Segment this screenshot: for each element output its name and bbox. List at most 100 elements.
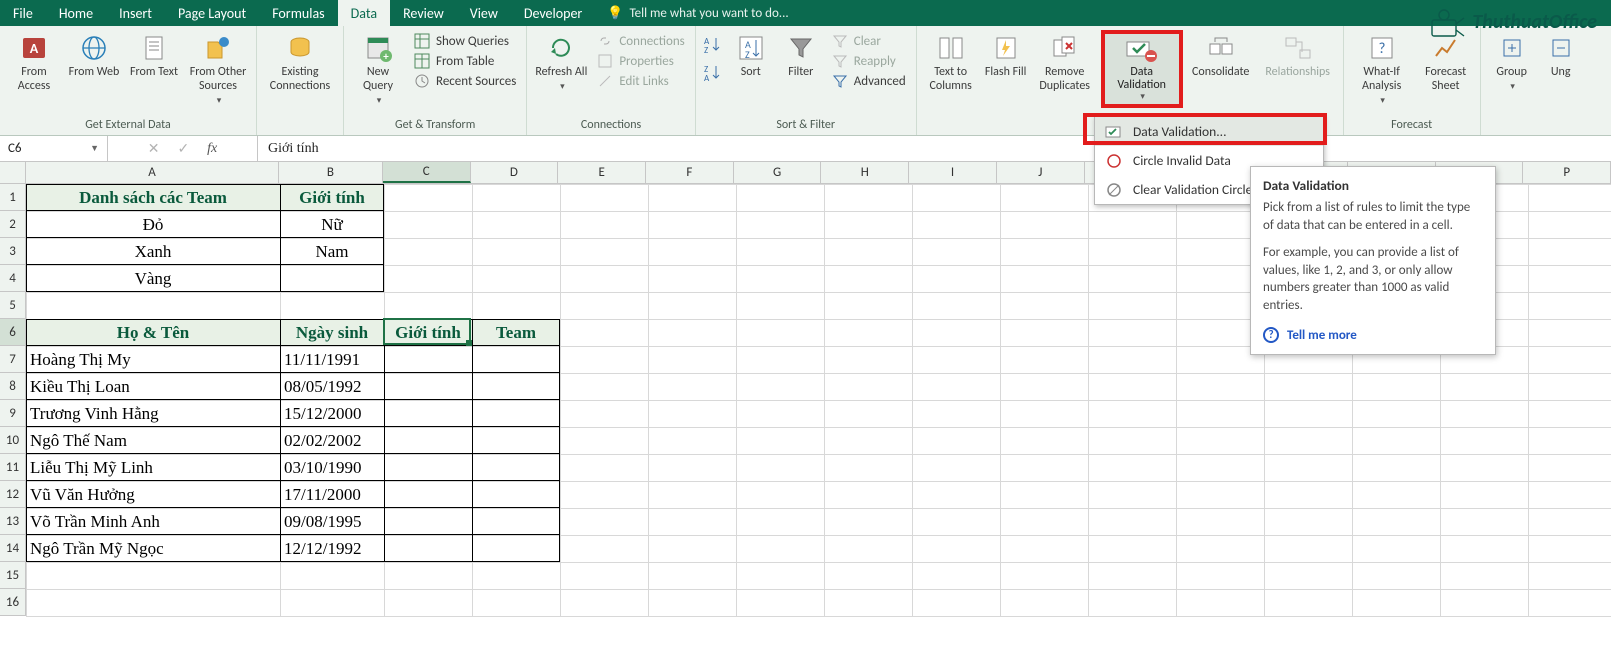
fx-icon[interactable]: fx — [207, 141, 217, 157]
cell-A13[interactable]: Võ Trần Minh Anh — [26, 508, 280, 535]
from-other-sources-button[interactable]: From Other Sources▾ — [186, 30, 250, 106]
cell-A7[interactable]: Hoàng Thị My — [26, 346, 280, 373]
filter-button[interactable]: Filter — [778, 30, 824, 80]
tab-formulas[interactable]: Formulas — [259, 0, 337, 26]
col-header-H[interactable]: H — [821, 162, 909, 183]
row-header-2[interactable]: 2 — [0, 211, 26, 238]
cell-A4[interactable]: Vàng — [26, 265, 280, 292]
new-query-button[interactable]: + New Query▾ — [350, 30, 406, 106]
sort-asc-button[interactable]: AZ — [702, 34, 724, 58]
cell-B14[interactable]: 12/12/1992 — [280, 535, 384, 562]
from-web-button[interactable]: From Web — [66, 30, 122, 80]
tab-review[interactable]: Review — [390, 0, 457, 26]
what-if-analysis-button[interactable]: ? What-If Analysis▾ — [1350, 30, 1414, 106]
cell-A3[interactable]: Xanh — [26, 238, 280, 265]
cell-B2[interactable]: Nữ — [280, 211, 384, 238]
row-header-16[interactable]: 16 — [0, 589, 26, 616]
row-header-13[interactable]: 13 — [0, 508, 26, 535]
from-text-button[interactable]: From Text — [126, 30, 182, 80]
cell-B9[interactable]: 15/12/2000 — [280, 400, 384, 427]
tab-page-layout[interactable]: Page Layout — [165, 0, 259, 26]
svg-text:A: A — [30, 40, 39, 57]
advanced-filter-button[interactable]: Advanced — [828, 72, 910, 90]
name-box[interactable]: C6▼ — [0, 136, 108, 161]
row-header-3[interactable]: 3 — [0, 238, 26, 265]
col-header-F[interactable]: F — [646, 162, 734, 183]
cell-A8[interactable]: Kiều Thị Loan — [26, 373, 280, 400]
cell-A14[interactable]: Ngô Trần Mỹ Ngọc — [26, 535, 280, 562]
col-header-A[interactable]: A — [26, 162, 279, 183]
access-icon: A — [18, 32, 50, 64]
col-header-J[interactable]: J — [997, 162, 1085, 183]
cell-B1[interactable]: Giới tính — [280, 184, 384, 211]
row-header-10[interactable]: 10 — [0, 427, 26, 454]
row-header-11[interactable]: 11 — [0, 454, 26, 481]
cell-B3[interactable]: Nam — [280, 238, 384, 265]
from-access-button[interactable]: A From Access — [6, 30, 62, 94]
cell-B13[interactable]: 09/08/1995 — [280, 508, 384, 535]
data-validation-menu-item[interactable]: Data Validation... — [1095, 117, 1323, 146]
col-header-I[interactable]: I — [909, 162, 997, 183]
cell-A2[interactable]: Đỏ — [26, 211, 280, 238]
tab-insert[interactable]: Insert — [106, 0, 165, 26]
tell-me-more-link[interactable]: ?Tell me more — [1263, 327, 1483, 345]
col-header-E[interactable]: E — [558, 162, 646, 183]
row-header-6[interactable]: 6 — [0, 319, 26, 346]
cell-B10[interactable]: 02/02/2002 — [280, 427, 384, 454]
row-header-12[interactable]: 12 — [0, 481, 26, 508]
refresh-all-button[interactable]: Refresh All▾ — [533, 30, 589, 92]
cell-A12[interactable]: Vũ Văn Hưởng — [26, 481, 280, 508]
cell-B8[interactable]: 08/05/1992 — [280, 373, 384, 400]
cell-A6[interactable]: Họ & Tên — [26, 319, 280, 346]
cell-A9[interactable]: Trương Vinh Hằng — [26, 400, 280, 427]
cell-B11[interactable]: 03/10/1990 — [280, 454, 384, 481]
col-header-G[interactable]: G — [734, 162, 822, 183]
cell-A10[interactable]: Ngô Thế Nam — [26, 427, 280, 454]
cell-A1[interactable]: Danh sách các Team — [26, 184, 280, 211]
sort-button[interactable]: AZ Sort — [728, 30, 774, 80]
row-header-9[interactable]: 9 — [0, 400, 26, 427]
cell-C6[interactable]: Giới tính — [384, 319, 472, 346]
remove-duplicates-button[interactable]: Remove Duplicates — [1033, 30, 1097, 94]
tab-developer[interactable]: Developer — [511, 0, 595, 26]
cell-B12[interactable]: 17/11/2000 — [280, 481, 384, 508]
row-header-14[interactable]: 14 — [0, 535, 26, 562]
tab-data[interactable]: Data — [338, 0, 390, 26]
connections-button[interactable]: Connections — [593, 32, 688, 50]
data-validation-icon — [1125, 36, 1159, 66]
tab-file[interactable]: File — [0, 0, 46, 26]
tell-me[interactable]: 💡 Tell me what you want to do... — [595, 0, 800, 26]
text-to-columns-button[interactable]: Text to Columns — [923, 30, 979, 94]
tab-home[interactable]: Home — [46, 0, 106, 26]
existing-connections-button[interactable]: Existing Connections — [263, 30, 337, 94]
flash-fill-button[interactable]: Flash Fill — [983, 30, 1029, 80]
sort-desc-button[interactable]: ZA — [702, 62, 724, 86]
tab-view[interactable]: View — [457, 0, 511, 26]
from-table-button[interactable]: From Table — [410, 52, 520, 70]
group-existing-connections: Existing Connections — [257, 26, 344, 135]
col-header-B[interactable]: B — [279, 162, 383, 183]
cell-D6[interactable]: Team — [472, 319, 560, 346]
svg-text:A: A — [704, 73, 710, 82]
formula-input[interactable]: Giới tính — [258, 136, 1611, 161]
col-header-C[interactable]: C — [383, 162, 471, 183]
col-header-P[interactable]: P — [1523, 162, 1611, 183]
row-header-7[interactable]: 7 — [0, 346, 26, 373]
col-header-D[interactable]: D — [471, 162, 559, 183]
recent-sources-button[interactable]: Recent Sources — [410, 72, 520, 90]
data-validation-button[interactable]: Data Validation▾ — [1101, 30, 1183, 108]
select-all-corner[interactable] — [0, 162, 26, 183]
row-header-4[interactable]: 4 — [0, 265, 26, 292]
cell-A11[interactable]: Liễu Thị Mỹ Linh — [26, 454, 280, 481]
cell-B6[interactable]: Ngày sinh — [280, 319, 384, 346]
row-header-1[interactable]: 1 — [0, 184, 26, 211]
row-header-5[interactable]: 5 — [0, 292, 26, 319]
group-label: Get & Transform — [350, 116, 520, 135]
show-queries-button[interactable]: Show Queries — [410, 32, 520, 50]
row-header-8[interactable]: 8 — [0, 373, 26, 400]
funnel-icon — [785, 32, 817, 64]
cell-B7[interactable]: 11/11/1991 — [280, 346, 384, 373]
consolidate-button[interactable]: Consolidate — [1187, 30, 1255, 80]
row-header-15[interactable]: 15 — [0, 562, 26, 589]
formula-controls: ✕ ✓ fx — [108, 136, 258, 161]
